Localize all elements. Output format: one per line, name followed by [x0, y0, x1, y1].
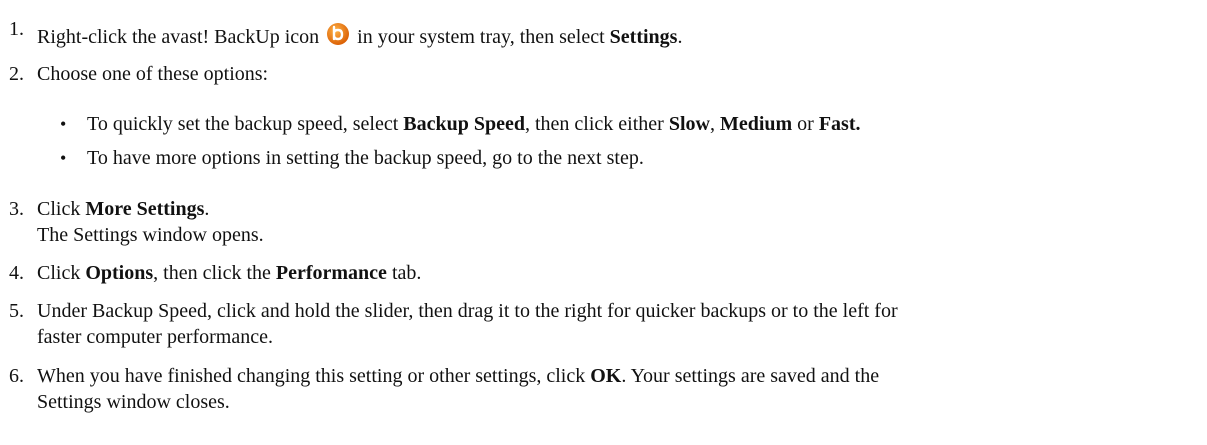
step-number: 4.	[9, 262, 24, 284]
step-number: 2.	[9, 63, 24, 85]
bullet-glyph: •	[60, 148, 67, 168]
step-text: Click Options, then click the Performanc…	[37, 262, 422, 284]
step-number: 5.	[9, 300, 24, 322]
step-number: 6.	[9, 365, 24, 387]
step-text: Under Backup Speed, click and hold the s…	[37, 300, 898, 348]
step-text: Click More Settings. The Settings window …	[37, 198, 264, 246]
step-text: When you have finished changing this set…	[37, 365, 880, 413]
step-text: Right-click the avast! BackUp icon in yo…	[37, 22, 1200, 50]
avast-backup-icon	[326, 22, 350, 46]
step-number: 3.	[9, 198, 24, 220]
bullet-text: To quickly set the backup speed, select …	[87, 113, 861, 135]
bullet-text: To have more options in setting the back…	[87, 147, 644, 169]
help-document: 1. Right-click the avast! BackUp icon in…	[0, 0, 1207, 445]
step-number: 1.	[9, 18, 24, 40]
step-text: Choose one of these options:	[37, 63, 269, 85]
bullet-glyph: •	[60, 114, 67, 134]
